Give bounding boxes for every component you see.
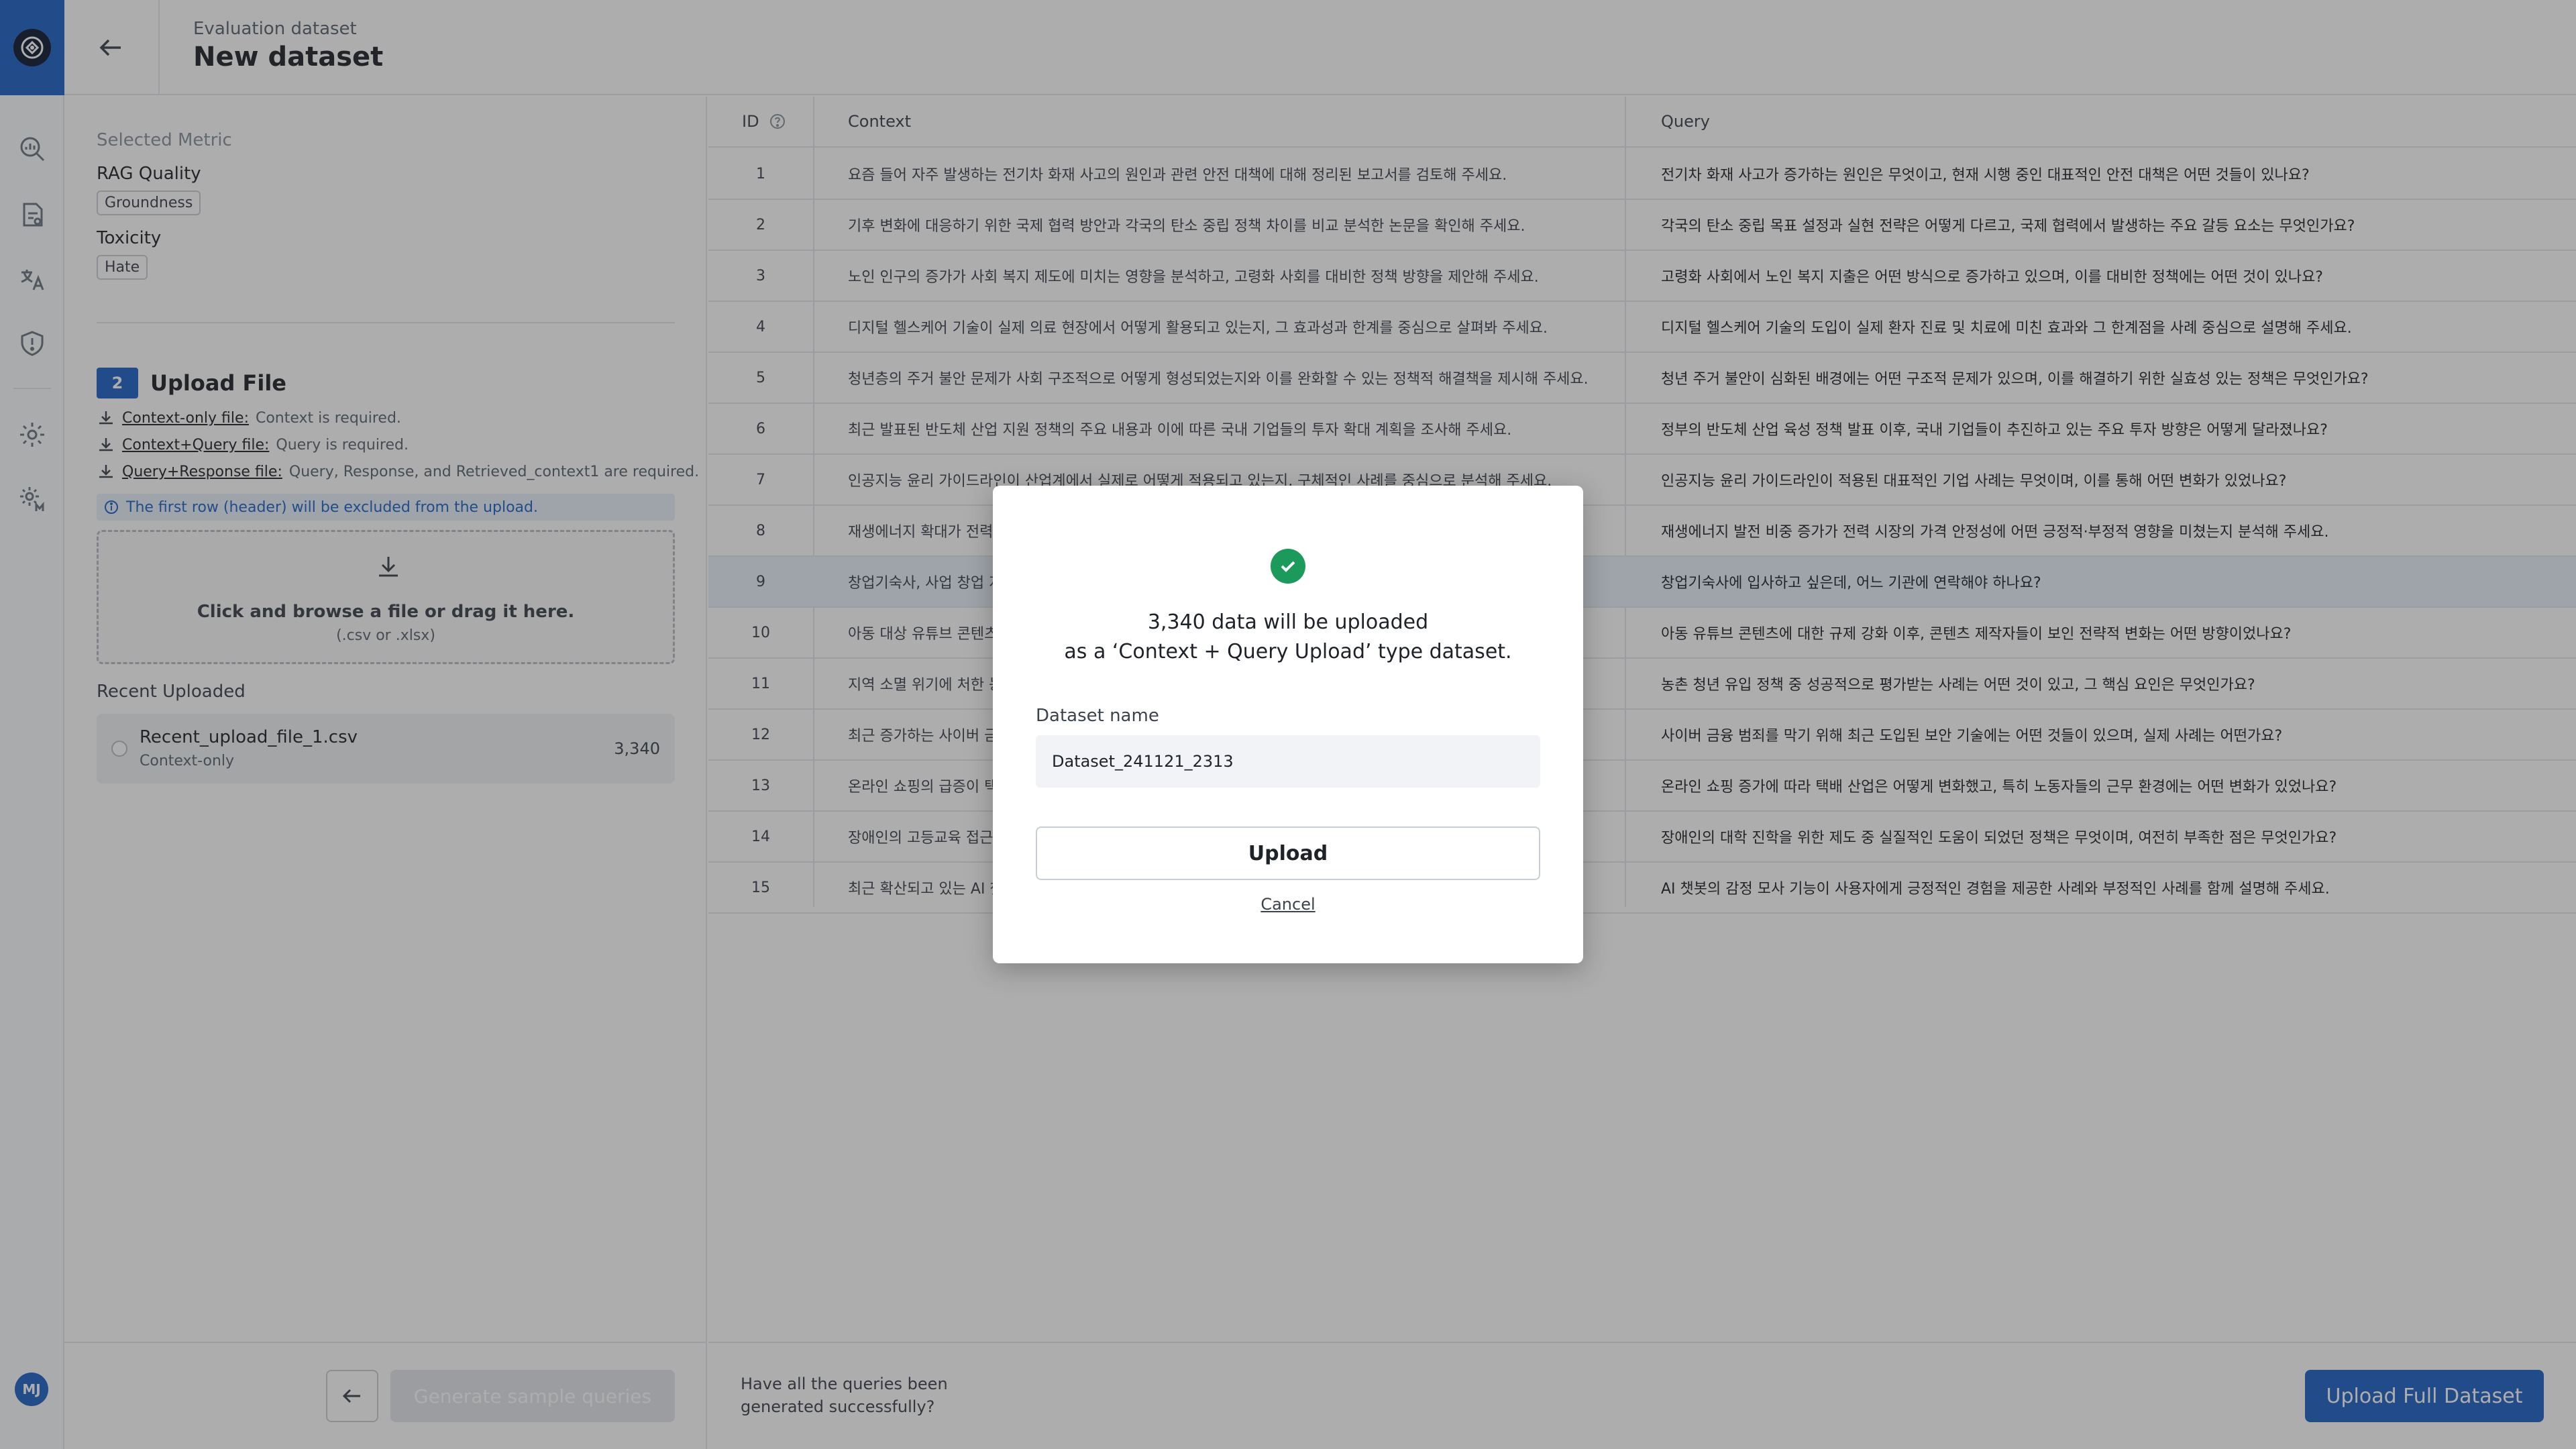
check-circle-icon [1271, 549, 1305, 584]
modal-message: 3,340 data will be uploaded [1147, 610, 1429, 634]
upload-button[interactable]: Upload [1036, 826, 1540, 880]
modal-message-type: as a ‘Context + Query Upload’ type datas… [1064, 640, 1512, 663]
upload-confirm-modal: 3,340 data will be uploaded as a ‘Contex… [993, 486, 1583, 963]
app-root: MJ Evaluation dataset New dataset Select… [0, 0, 2576, 1449]
cancel-link[interactable]: Cancel [993, 895, 1583, 914]
dataset-name-input[interactable] [1036, 735, 1540, 788]
dataset-name-label: Dataset name [1036, 706, 1159, 726]
